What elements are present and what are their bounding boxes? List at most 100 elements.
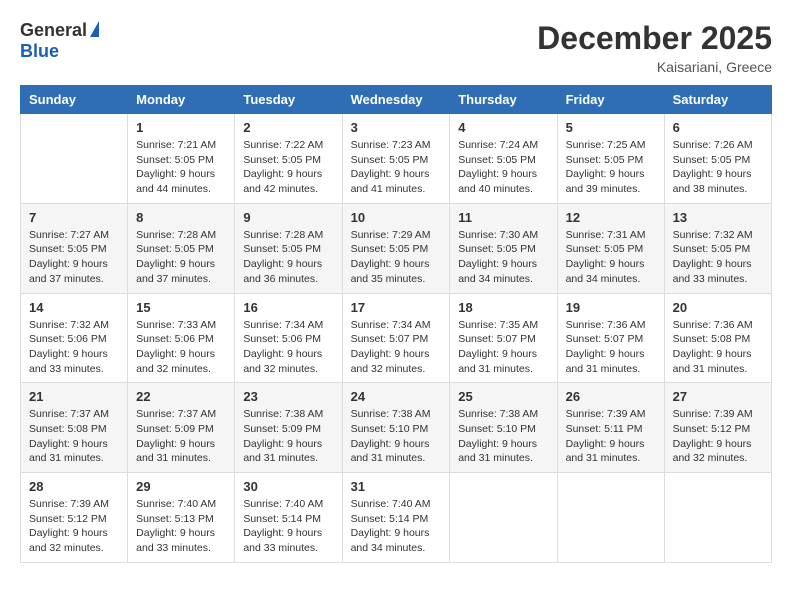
col-monday: Monday — [128, 86, 235, 114]
calendar-cell: 17 Sunrise: 7:34 AMSunset: 5:07 PMDaylig… — [342, 293, 450, 383]
calendar-cell: 21 Sunrise: 7:37 AMSunset: 5:08 PMDaylig… — [21, 383, 128, 473]
day-detail: Sunrise: 7:35 AMSunset: 5:07 PMDaylight:… — [458, 319, 538, 375]
day-detail: Sunrise: 7:24 AMSunset: 5:05 PMDaylight:… — [458, 139, 538, 195]
calendar-cell: 6 Sunrise: 7:26 AMSunset: 5:05 PMDayligh… — [664, 114, 771, 204]
day-number: 20 — [673, 300, 763, 315]
day-number: 25 — [458, 389, 548, 404]
month-title: December 2025 — [537, 20, 772, 57]
calendar-header-row: Sunday Monday Tuesday Wednesday Thursday… — [21, 86, 772, 114]
day-number: 9 — [243, 210, 333, 225]
day-detail: Sunrise: 7:39 AMSunset: 5:12 PMDaylight:… — [29, 498, 109, 554]
calendar-cell: 9 Sunrise: 7:28 AMSunset: 5:05 PMDayligh… — [235, 203, 342, 293]
day-detail: Sunrise: 7:36 AMSunset: 5:08 PMDaylight:… — [673, 319, 753, 375]
calendar-cell: 12 Sunrise: 7:31 AMSunset: 5:05 PMDaylig… — [557, 203, 664, 293]
calendar-cell: 10 Sunrise: 7:29 AMSunset: 5:05 PMDaylig… — [342, 203, 450, 293]
calendar-cell: 15 Sunrise: 7:33 AMSunset: 5:06 PMDaylig… — [128, 293, 235, 383]
day-number: 11 — [458, 210, 548, 225]
calendar-cell: 24 Sunrise: 7:38 AMSunset: 5:10 PMDaylig… — [342, 383, 450, 473]
day-number: 12 — [566, 210, 656, 225]
day-number: 8 — [136, 210, 226, 225]
calendar-cell — [21, 114, 128, 204]
calendar-cell: 4 Sunrise: 7:24 AMSunset: 5:05 PMDayligh… — [450, 114, 557, 204]
day-detail: Sunrise: 7:25 AMSunset: 5:05 PMDaylight:… — [566, 139, 646, 195]
day-number: 6 — [673, 120, 763, 135]
title-area: December 2025 Kaisariani, Greece — [537, 20, 772, 75]
calendar-cell: 31 Sunrise: 7:40 AMSunset: 5:14 PMDaylig… — [342, 473, 450, 563]
day-number: 29 — [136, 479, 226, 494]
day-detail: Sunrise: 7:38 AMSunset: 5:09 PMDaylight:… — [243, 408, 323, 464]
calendar-cell — [664, 473, 771, 563]
day-detail: Sunrise: 7:32 AMSunset: 5:06 PMDaylight:… — [29, 319, 109, 375]
day-number: 30 — [243, 479, 333, 494]
day-detail: Sunrise: 7:40 AMSunset: 5:14 PMDaylight:… — [243, 498, 323, 554]
day-detail: Sunrise: 7:28 AMSunset: 5:05 PMDaylight:… — [243, 229, 323, 285]
calendar-cell: 23 Sunrise: 7:38 AMSunset: 5:09 PMDaylig… — [235, 383, 342, 473]
day-detail: Sunrise: 7:34 AMSunset: 5:06 PMDaylight:… — [243, 319, 323, 375]
day-number: 14 — [29, 300, 119, 315]
day-detail: Sunrise: 7:39 AMSunset: 5:12 PMDaylight:… — [673, 408, 753, 464]
day-number: 23 — [243, 389, 333, 404]
day-detail: Sunrise: 7:31 AMSunset: 5:05 PMDaylight:… — [566, 229, 646, 285]
day-detail: Sunrise: 7:30 AMSunset: 5:05 PMDaylight:… — [458, 229, 538, 285]
day-number: 26 — [566, 389, 656, 404]
day-number: 3 — [351, 120, 442, 135]
day-detail: Sunrise: 7:38 AMSunset: 5:10 PMDaylight:… — [351, 408, 431, 464]
day-number: 24 — [351, 389, 442, 404]
day-number: 1 — [136, 120, 226, 135]
logo: General Blue — [20, 20, 99, 62]
calendar-week-1: 1 Sunrise: 7:21 AMSunset: 5:05 PMDayligh… — [21, 114, 772, 204]
day-detail: Sunrise: 7:33 AMSunset: 5:06 PMDaylight:… — [136, 319, 216, 375]
day-number: 17 — [351, 300, 442, 315]
day-number: 18 — [458, 300, 548, 315]
calendar-cell: 1 Sunrise: 7:21 AMSunset: 5:05 PMDayligh… — [128, 114, 235, 204]
day-number: 5 — [566, 120, 656, 135]
day-number: 10 — [351, 210, 442, 225]
day-detail: Sunrise: 7:23 AMSunset: 5:05 PMDaylight:… — [351, 139, 431, 195]
day-detail: Sunrise: 7:37 AMSunset: 5:08 PMDaylight:… — [29, 408, 109, 464]
calendar-week-4: 21 Sunrise: 7:37 AMSunset: 5:08 PMDaylig… — [21, 383, 772, 473]
calendar-cell — [450, 473, 557, 563]
page-header: General Blue December 2025 Kaisariani, G… — [20, 20, 772, 75]
day-number: 21 — [29, 389, 119, 404]
day-detail: Sunrise: 7:39 AMSunset: 5:11 PMDaylight:… — [566, 408, 646, 464]
day-number: 2 — [243, 120, 333, 135]
day-detail: Sunrise: 7:37 AMSunset: 5:09 PMDaylight:… — [136, 408, 216, 464]
day-number: 19 — [566, 300, 656, 315]
calendar-cell: 2 Sunrise: 7:22 AMSunset: 5:05 PMDayligh… — [235, 114, 342, 204]
col-wednesday: Wednesday — [342, 86, 450, 114]
calendar-cell: 7 Sunrise: 7:27 AMSunset: 5:05 PMDayligh… — [21, 203, 128, 293]
calendar-table: Sunday Monday Tuesday Wednesday Thursday… — [20, 85, 772, 563]
day-number: 7 — [29, 210, 119, 225]
calendar-cell: 16 Sunrise: 7:34 AMSunset: 5:06 PMDaylig… — [235, 293, 342, 383]
calendar-cell: 19 Sunrise: 7:36 AMSunset: 5:07 PMDaylig… — [557, 293, 664, 383]
day-number: 27 — [673, 389, 763, 404]
logo-blue-text: Blue — [20, 41, 59, 61]
calendar-cell: 25 Sunrise: 7:38 AMSunset: 5:10 PMDaylig… — [450, 383, 557, 473]
calendar-cell — [557, 473, 664, 563]
location-text: Kaisariani, Greece — [537, 59, 772, 75]
calendar-week-2: 7 Sunrise: 7:27 AMSunset: 5:05 PMDayligh… — [21, 203, 772, 293]
col-tuesday: Tuesday — [235, 86, 342, 114]
calendar-cell: 26 Sunrise: 7:39 AMSunset: 5:11 PMDaylig… — [557, 383, 664, 473]
day-number: 31 — [351, 479, 442, 494]
calendar-cell: 30 Sunrise: 7:40 AMSunset: 5:14 PMDaylig… — [235, 473, 342, 563]
day-detail: Sunrise: 7:28 AMSunset: 5:05 PMDaylight:… — [136, 229, 216, 285]
col-saturday: Saturday — [664, 86, 771, 114]
day-number: 15 — [136, 300, 226, 315]
day-number: 16 — [243, 300, 333, 315]
col-sunday: Sunday — [21, 86, 128, 114]
day-number: 4 — [458, 120, 548, 135]
day-detail: Sunrise: 7:32 AMSunset: 5:05 PMDaylight:… — [673, 229, 753, 285]
calendar-cell: 18 Sunrise: 7:35 AMSunset: 5:07 PMDaylig… — [450, 293, 557, 383]
day-detail: Sunrise: 7:29 AMSunset: 5:05 PMDaylight:… — [351, 229, 431, 285]
day-detail: Sunrise: 7:36 AMSunset: 5:07 PMDaylight:… — [566, 319, 646, 375]
calendar-cell: 29 Sunrise: 7:40 AMSunset: 5:13 PMDaylig… — [128, 473, 235, 563]
calendar-cell: 22 Sunrise: 7:37 AMSunset: 5:09 PMDaylig… — [128, 383, 235, 473]
day-number: 22 — [136, 389, 226, 404]
day-number: 28 — [29, 479, 119, 494]
day-detail: Sunrise: 7:22 AMSunset: 5:05 PMDaylight:… — [243, 139, 323, 195]
col-friday: Friday — [557, 86, 664, 114]
calendar-cell: 8 Sunrise: 7:28 AMSunset: 5:05 PMDayligh… — [128, 203, 235, 293]
day-detail: Sunrise: 7:27 AMSunset: 5:05 PMDaylight:… — [29, 229, 109, 285]
day-number: 13 — [673, 210, 763, 225]
